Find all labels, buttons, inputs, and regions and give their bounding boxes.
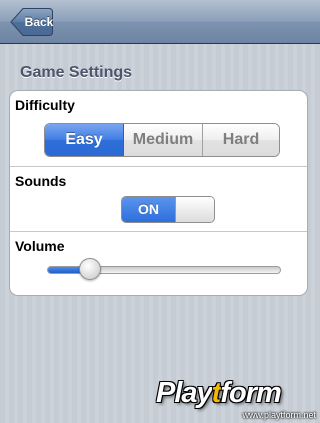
logo-prefix: Play — [156, 377, 213, 409]
difficulty-row: Difficulty Easy Medium Hard — [10, 91, 307, 167]
volume-slider-thumb[interactable] — [79, 258, 101, 280]
sounds-toggle-thumb[interactable] — [175, 197, 214, 222]
watermark-url: www.playtform.net — [242, 410, 316, 420]
difficulty-medium-segment[interactable]: Medium — [124, 124, 203, 156]
sounds-label: Sounds — [15, 173, 67, 189]
difficulty-segmented-control: Easy Medium Hard — [44, 123, 280, 157]
back-button-label: Back — [24, 15, 54, 29]
playtform-watermark: Playtform www.playtform.net — [156, 376, 320, 423]
playtform-logo: Playtform — [156, 376, 282, 410]
navigation-bar: Back — [0, 0, 320, 44]
difficulty-hard-segment[interactable]: Hard — [203, 124, 279, 156]
sounds-toggle-on-label: ON — [122, 197, 175, 222]
settings-group: Difficulty Easy Medium Hard Sounds ON Vo… — [9, 90, 308, 296]
sounds-toggle[interactable]: ON — [121, 196, 215, 223]
volume-label: Volume — [15, 238, 65, 254]
volume-slider[interactable] — [47, 258, 281, 282]
volume-row: Volume — [10, 232, 307, 295]
back-button[interactable]: Back — [10, 7, 54, 37]
logo-suffix: form — [220, 377, 281, 409]
difficulty-label: Difficulty — [15, 97, 75, 113]
section-title: Game Settings — [20, 64, 133, 81]
difficulty-easy-segment[interactable]: Easy — [45, 124, 124, 156]
sounds-row: Sounds ON — [10, 167, 307, 232]
